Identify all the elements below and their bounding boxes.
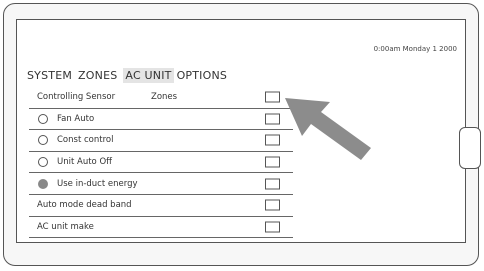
setting-row-controlling-sensor[interactable]: Controlling Sensor Zones bbox=[29, 87, 293, 109]
arrow-pointer-icon bbox=[285, 98, 371, 160]
checkbox[interactable] bbox=[265, 134, 280, 146]
radio-button[interactable] bbox=[38, 135, 48, 146]
tab-ac-unit[interactable]: AC UNIT bbox=[123, 68, 174, 83]
setting-label: Auto mode dead band bbox=[37, 200, 132, 211]
setting-row-fan-auto[interactable]: Fan Auto bbox=[29, 109, 293, 131]
checkbox[interactable] bbox=[265, 91, 280, 103]
status-clock: 0:00am Monday 1 2000 bbox=[373, 45, 457, 53]
setting-label: Fan Auto bbox=[57, 113, 95, 124]
radio-button[interactable] bbox=[38, 157, 48, 168]
setting-row-ac-unit-make[interactable]: AC unit make bbox=[29, 217, 293, 239]
setting-label: AC unit make bbox=[37, 221, 94, 232]
setting-row-unit-auto-off[interactable]: Unit Auto Off bbox=[29, 152, 293, 174]
side-button[interactable] bbox=[459, 127, 481, 169]
setting-row-auto-mode-dead-band[interactable]: Auto mode dead band bbox=[29, 195, 293, 217]
tab-system[interactable]: SYSTEM bbox=[27, 68, 75, 83]
setting-label: Const control bbox=[57, 135, 114, 146]
setting-label: Unit Auto Off bbox=[57, 157, 112, 168]
setting-row-use-in-duct-energy[interactable]: Use in-duct energy bbox=[29, 173, 293, 195]
setting-secondary-label: Zones bbox=[151, 92, 178, 103]
radio-button[interactable] bbox=[38, 113, 48, 124]
radio-button-selected[interactable] bbox=[38, 178, 48, 189]
checkbox[interactable] bbox=[265, 178, 280, 190]
tab-zones[interactable]: ZONES bbox=[78, 68, 120, 83]
checkbox[interactable] bbox=[265, 156, 280, 168]
device-frame: 0:00am Monday 1 2000 SYSTEM ZONES AC UNI… bbox=[3, 3, 481, 266]
setting-label: Use in-duct energy bbox=[57, 178, 138, 189]
checkbox[interactable] bbox=[265, 199, 280, 211]
checkbox[interactable] bbox=[265, 221, 280, 233]
checkbox[interactable] bbox=[265, 113, 280, 125]
settings-list: Controlling Sensor Zones Fan Auto Const … bbox=[29, 87, 293, 239]
tab-bar: SYSTEM ZONES AC UNIT OPTIONS bbox=[27, 68, 233, 83]
touch-screen: 0:00am Monday 1 2000 SYSTEM ZONES AC UNI… bbox=[16, 19, 466, 243]
tab-options[interactable]: OPTIONS bbox=[177, 68, 231, 83]
setting-row-const-control[interactable]: Const control bbox=[29, 130, 293, 152]
setting-label: Controlling Sensor bbox=[37, 92, 116, 103]
